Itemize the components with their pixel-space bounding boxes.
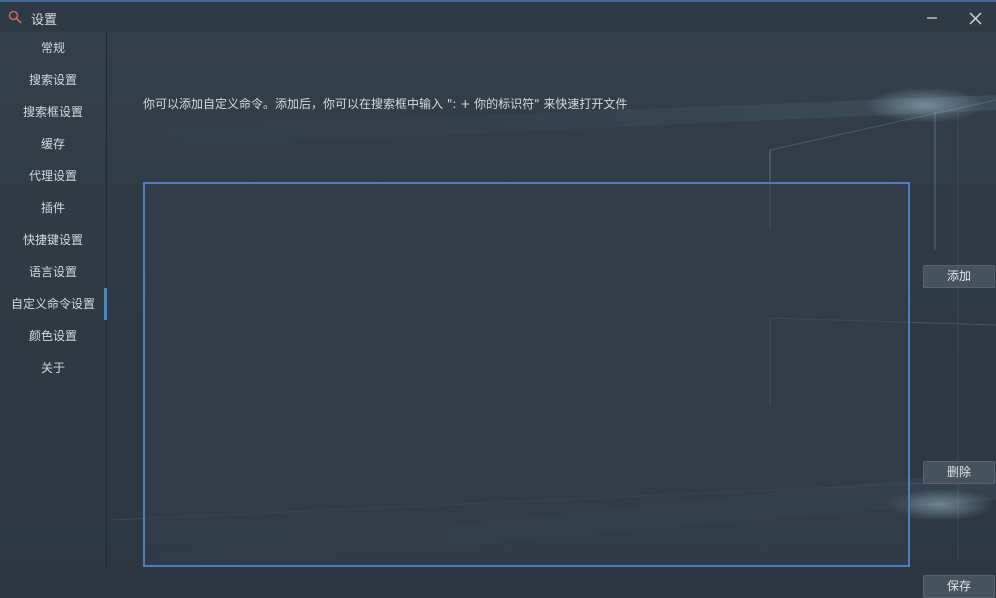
custom-command-description: 你可以添加自定义命令。添加后，你可以在搜索框中输入 ": + 你的标识符" 来快… bbox=[143, 97, 628, 111]
settings-sidebar: 常规 搜索设置 搜索框设置 缓存 代理设置 插件 快捷键设置 语言设置 自定义命… bbox=[0, 32, 107, 568]
delete-command-button[interactable]: 删除 bbox=[923, 461, 995, 484]
close-icon bbox=[969, 12, 981, 24]
title-bar[interactable]: 设置 bbox=[0, 0, 996, 32]
add-command-button[interactable]: 添加 bbox=[923, 265, 995, 288]
settings-window: 设置 常规 搜索设置 搜索框设置 缓存 代理设置 插件 快捷键设置 语言设置 自… bbox=[0, 0, 996, 598]
sidebar-item-about[interactable]: 关于 bbox=[0, 352, 106, 384]
sidebar-item-custom-commands[interactable]: 自定义命令设置 bbox=[0, 288, 107, 320]
sidebar-item-hotkey-settings[interactable]: 快捷键设置 bbox=[0, 224, 106, 256]
minimize-icon bbox=[927, 17, 937, 19]
sidebar-item-general[interactable]: 常规 bbox=[0, 32, 106, 64]
window-title: 设置 bbox=[31, 13, 58, 28]
close-button[interactable] bbox=[955, 4, 995, 32]
sidebar-item-color-settings[interactable]: 颜色设置 bbox=[0, 320, 106, 352]
save-button[interactable]: 保存 bbox=[923, 575, 995, 598]
search-icon bbox=[8, 10, 22, 24]
sidebar-item-search-settings[interactable]: 搜索设置 bbox=[0, 64, 106, 96]
sidebar-item-search-box-settings[interactable]: 搜索框设置 bbox=[0, 96, 106, 128]
sidebar-item-cache[interactable]: 缓存 bbox=[0, 128, 106, 160]
sidebar-item-plugins[interactable]: 插件 bbox=[0, 192, 106, 224]
sidebar-item-language-settings[interactable]: 语言设置 bbox=[0, 256, 106, 288]
minimize-button[interactable] bbox=[912, 4, 952, 32]
sidebar-item-proxy-settings[interactable]: 代理设置 bbox=[0, 160, 106, 192]
custom-command-list[interactable] bbox=[143, 182, 910, 567]
